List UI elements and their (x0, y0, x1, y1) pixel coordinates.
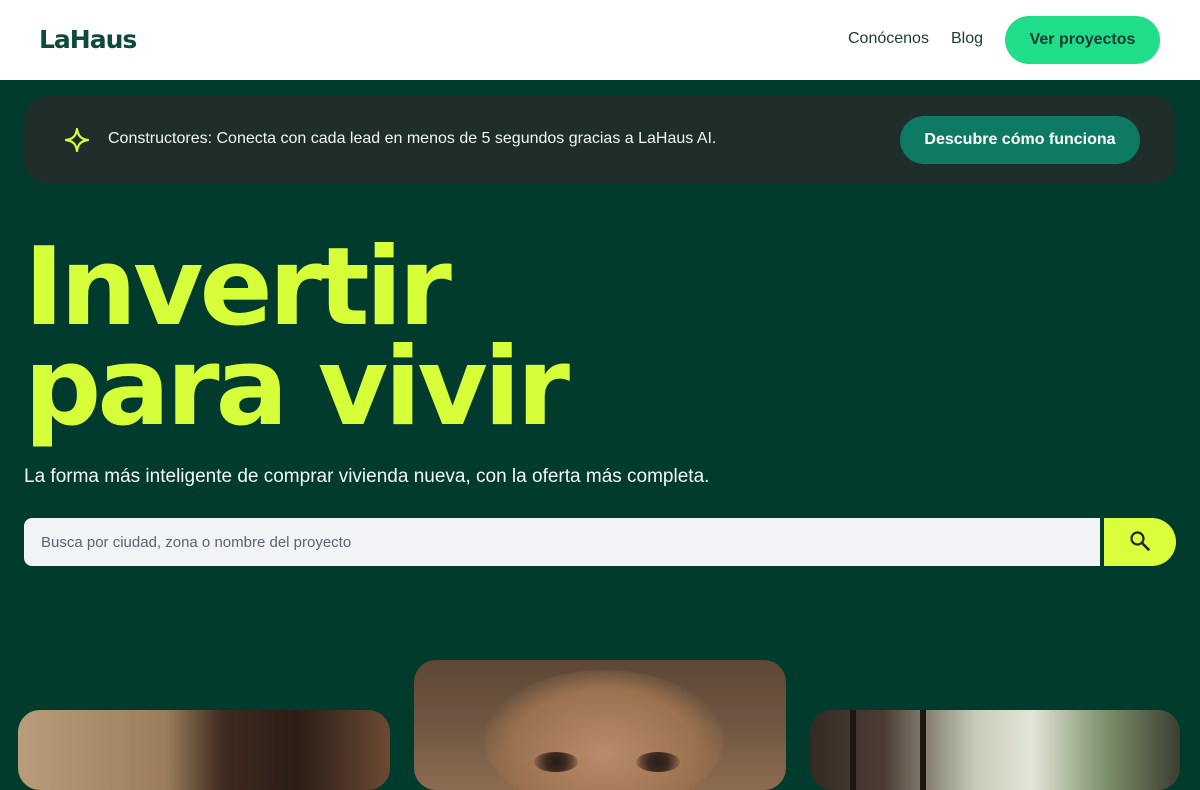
hero-subtitle: La forma más inteligente de comprar vivi… (24, 466, 710, 487)
nav-link-conocenos[interactable]: Conócenos (848, 30, 929, 48)
hero-title-line-1: Invertir (24, 225, 452, 350)
search-icon (1129, 530, 1151, 555)
project-image-center[interactable] (414, 660, 786, 790)
top-navigation-bar: LaHaus Conócenos Blog Ver proyectos (0, 0, 1200, 80)
lahaus-logo[interactable]: LaHaus (39, 25, 137, 54)
window-frame (850, 710, 856, 790)
ver-proyectos-button[interactable]: Ver proyectos (1005, 16, 1160, 64)
sparkle-icon (64, 127, 90, 153)
portrait-eye-right (636, 752, 680, 772)
project-image-right[interactable] (810, 710, 1180, 790)
banner-message: Constructores: Conecta con cada lead en … (108, 130, 717, 147)
portrait-face (484, 670, 724, 790)
nav-link-blog[interactable]: Blog (951, 30, 983, 48)
project-image-left[interactable] (18, 710, 390, 790)
hero-title: Invertir para vivir (24, 225, 570, 450)
portrait-eye-left (534, 752, 578, 772)
search-button[interactable] (1104, 518, 1176, 566)
window-frame (920, 710, 926, 790)
descubre-como-funciona-button[interactable]: Descubre cómo funciona (900, 116, 1140, 164)
search-input[interactable] (24, 518, 1100, 566)
announcement-banner: Constructores: Conecta con cada lead en … (24, 96, 1176, 183)
hero-title-line-2: para vivir (24, 325, 570, 450)
